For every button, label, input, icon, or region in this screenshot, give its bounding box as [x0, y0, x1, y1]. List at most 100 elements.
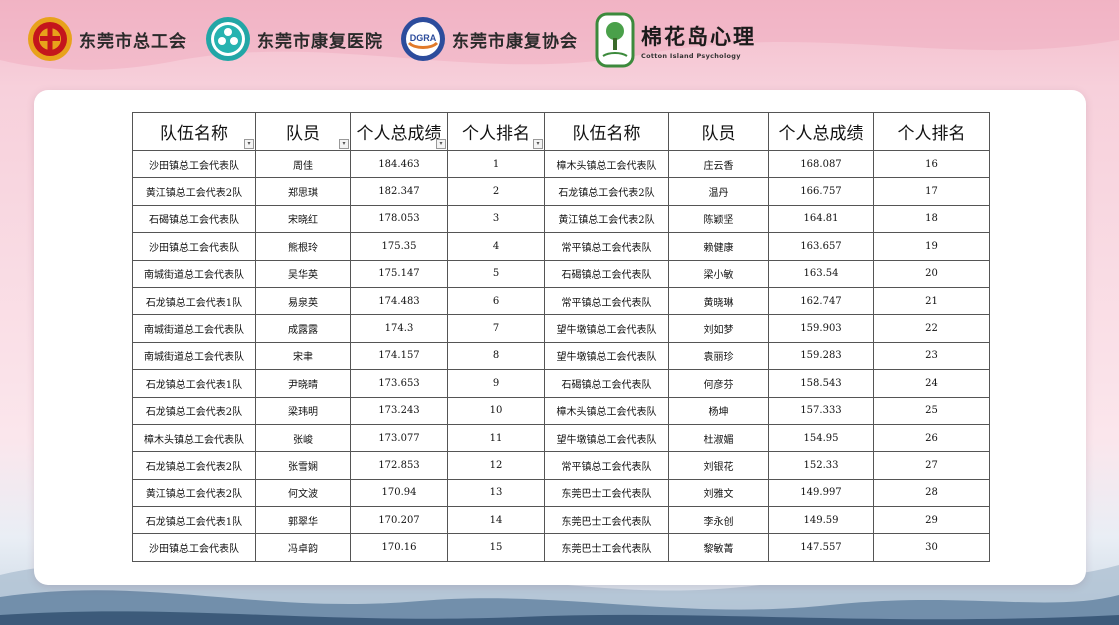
table-cell[interactable]: 刘如梦: [668, 314, 769, 343]
table-cell[interactable]: 170.16: [350, 533, 448, 562]
table-cell[interactable]: 15: [447, 533, 545, 562]
filter-dropdown-icon[interactable]: ▾: [244, 139, 254, 149]
table-cell[interactable]: 6: [447, 286, 545, 316]
table-cell[interactable]: 望牛墩镇总工会代表队: [544, 423, 669, 453]
table-cell[interactable]: 16: [873, 149, 990, 179]
table-cell[interactable]: 1: [447, 149, 545, 179]
table-cell[interactable]: 南城街道总工会代表队: [132, 341, 256, 371]
table-cell[interactable]: 4: [447, 232, 545, 261]
table-cell[interactable]: 梁小敏: [668, 259, 769, 288]
table-cell[interactable]: 29: [873, 506, 990, 535]
table-cell[interactable]: 174.483: [350, 286, 448, 316]
table-cell[interactable]: 石龙镇总工会代表1队: [132, 369, 256, 398]
table-cell[interactable]: 梁玮明: [255, 396, 351, 425]
table-cell[interactable]: 173.077: [350, 423, 448, 453]
table-cell[interactable]: 168.087: [768, 149, 874, 179]
table-cell[interactable]: 石龙镇总工会代表2队: [544, 177, 669, 206]
table-cell[interactable]: 166.757: [768, 177, 874, 206]
table-cell[interactable]: 164.81: [768, 204, 874, 234]
table-cell[interactable]: 24: [873, 369, 990, 398]
table-cell[interactable]: 樟木头镇总工会代表队: [544, 396, 669, 425]
table-cell[interactable]: 杜淑媚: [668, 423, 769, 453]
table-cell[interactable]: 庄云香: [668, 149, 769, 179]
table-cell[interactable]: 9: [447, 369, 545, 398]
table-cell[interactable]: 樟木头镇总工会代表队: [544, 149, 669, 179]
table-cell[interactable]: 南城街道总工会代表队: [132, 314, 256, 343]
table-cell[interactable]: 182.347: [350, 177, 448, 206]
table-cell[interactable]: 杨坤: [668, 396, 769, 425]
table-cell[interactable]: 149.997: [768, 478, 874, 508]
table-cell[interactable]: 石碣镇总工会代表队: [132, 204, 256, 234]
table-cell[interactable]: 石龙镇总工会代表1队: [132, 286, 256, 316]
table-cell[interactable]: 163.657: [768, 232, 874, 261]
table-cell[interactable]: 宋聿: [255, 341, 351, 371]
table-cell[interactable]: 黄江镇总工会代表2队: [544, 204, 669, 234]
table-cell[interactable]: 常平镇总工会代表队: [544, 451, 669, 480]
table-cell[interactable]: 27: [873, 451, 990, 480]
table-cell[interactable]: 172.853: [350, 451, 448, 480]
table-cell[interactable]: 21: [873, 286, 990, 316]
table-cell[interactable]: 刘雅文: [668, 478, 769, 508]
table-cell[interactable]: 冯卓韵: [255, 533, 351, 562]
table-cell[interactable]: 175.35: [350, 232, 448, 261]
table-cell[interactable]: 石龙镇总工会代表2队: [132, 451, 256, 480]
table-cell[interactable]: 175.147: [350, 259, 448, 288]
table-cell[interactable]: 石龙镇总工会代表2队: [132, 396, 256, 425]
table-cell[interactable]: 成露露: [255, 314, 351, 343]
table-cell[interactable]: 154.95: [768, 423, 874, 453]
table-cell[interactable]: 5: [447, 259, 545, 288]
filter-dropdown-icon[interactable]: ▾: [533, 139, 543, 149]
table-cell[interactable]: 黄江镇总工会代表2队: [132, 177, 256, 206]
table-cell[interactable]: 158.543: [768, 369, 874, 398]
table-cell[interactable]: 石碣镇总工会代表队: [544, 369, 669, 398]
table-cell[interactable]: 陈颖坚: [668, 204, 769, 234]
table-cell[interactable]: 沙田镇总工会代表队: [132, 149, 256, 179]
table-cell[interactable]: 黄江镇总工会代表2队: [132, 478, 256, 508]
table-cell[interactable]: 袁丽珍: [668, 341, 769, 371]
table-cell[interactable]: 23: [873, 341, 990, 371]
table-cell[interactable]: 159.903: [768, 314, 874, 343]
table-cell[interactable]: 30: [873, 533, 990, 562]
table-cell[interactable]: 162.747: [768, 286, 874, 316]
table-cell[interactable]: 黄晓琳: [668, 286, 769, 316]
table-cell[interactable]: 173.243: [350, 396, 448, 425]
table-cell[interactable]: 东莞巴士工会代表队: [544, 478, 669, 508]
table-cell[interactable]: 184.463: [350, 149, 448, 179]
table-cell[interactable]: 152.33: [768, 451, 874, 480]
table-cell[interactable]: 20: [873, 259, 990, 288]
table-cell[interactable]: 22: [873, 314, 990, 343]
table-cell[interactable]: 南城街道总工会代表队: [132, 259, 256, 288]
filter-dropdown-icon[interactable]: ▾: [436, 139, 446, 149]
table-cell[interactable]: 157.333: [768, 396, 874, 425]
table-cell[interactable]: 吴华英: [255, 259, 351, 288]
table-cell[interactable]: 望牛墩镇总工会代表队: [544, 341, 669, 371]
table-cell[interactable]: 张雪娴: [255, 451, 351, 480]
table-cell[interactable]: 174.3: [350, 314, 448, 343]
table-cell[interactable]: 何文波: [255, 478, 351, 508]
table-cell[interactable]: 望牛墩镇总工会代表队: [544, 314, 669, 343]
table-cell[interactable]: 159.283: [768, 341, 874, 371]
table-cell[interactable]: 170.94: [350, 478, 448, 508]
table-cell[interactable]: 郑思琪: [255, 177, 351, 206]
filter-dropdown-icon[interactable]: ▾: [339, 139, 349, 149]
table-cell[interactable]: 17: [873, 177, 990, 206]
table-cell[interactable]: 7: [447, 314, 545, 343]
table-cell[interactable]: 郭翠华: [255, 506, 351, 535]
table-cell[interactable]: 易泉英: [255, 286, 351, 316]
table-cell[interactable]: 何彦芬: [668, 369, 769, 398]
table-cell[interactable]: 周佳: [255, 149, 351, 179]
table-cell[interactable]: 宋晓红: [255, 204, 351, 234]
table-cell[interactable]: 11: [447, 423, 545, 453]
table-cell[interactable]: 尹晓晴: [255, 369, 351, 398]
table-cell[interactable]: 温丹: [668, 177, 769, 206]
table-cell[interactable]: 19: [873, 232, 990, 261]
table-cell[interactable]: 12: [447, 451, 545, 480]
table-cell[interactable]: 赖健康: [668, 232, 769, 261]
table-cell[interactable]: 18: [873, 204, 990, 234]
table-cell[interactable]: 10: [447, 396, 545, 425]
table-cell[interactable]: 2: [447, 177, 545, 206]
table-cell[interactable]: 熊根玲: [255, 232, 351, 261]
table-cell[interactable]: 樟木头镇总工会代表队: [132, 423, 256, 453]
table-cell[interactable]: 178.053: [350, 204, 448, 234]
table-cell[interactable]: 147.557: [768, 533, 874, 562]
